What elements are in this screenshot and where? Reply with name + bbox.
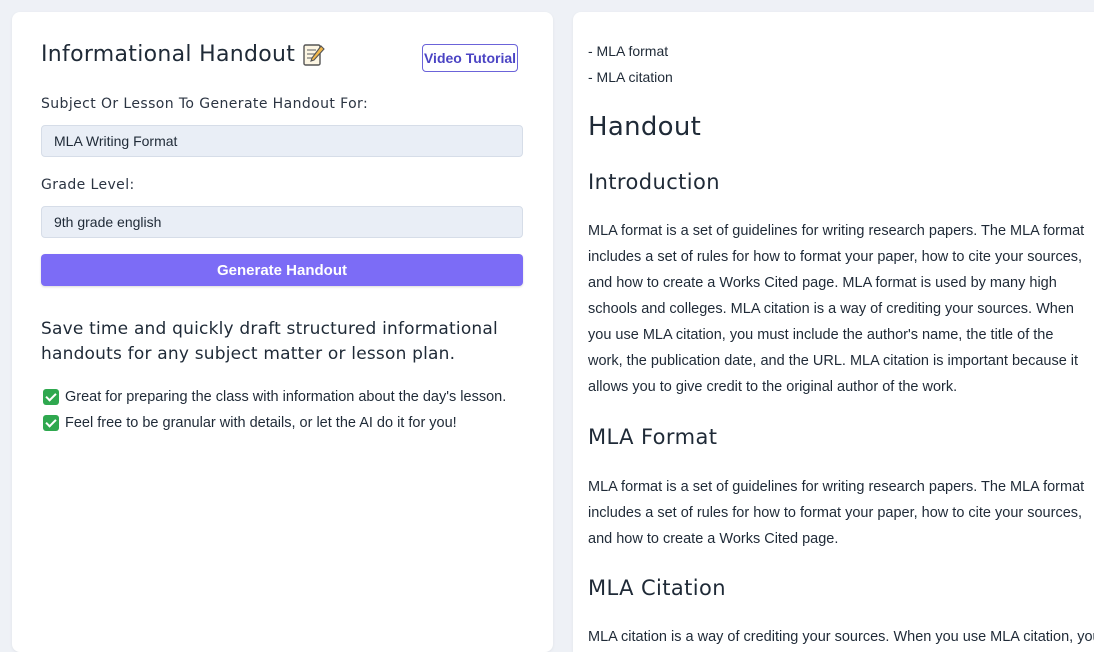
keyword-item: - MLA format xyxy=(588,43,669,59)
tool-description: Save time and quickly draft structured i… xyxy=(41,319,498,364)
section-heading-mla-format: MLA Format xyxy=(588,425,718,449)
feature-text: Great for preparing the class with infor… xyxy=(65,389,507,405)
handout-heading: Handout xyxy=(588,112,702,142)
generate-handout-button[interactable]: Generate Handout xyxy=(41,254,523,286)
section-heading-mla-citation: MLA Citation xyxy=(588,576,726,600)
section-body-introduction: MLA format is a set of guidelines for wr… xyxy=(588,223,1085,395)
section-heading-introduction: Introduction xyxy=(588,170,720,194)
feature-text: Feel free to be granular with details, o… xyxy=(65,415,457,431)
subject-input[interactable]: MLA Writing Format xyxy=(41,125,523,157)
form-title-text: Informational Handout xyxy=(41,42,296,67)
grade-input[interactable]: 9th grade english xyxy=(41,206,523,238)
check-mark-icon xyxy=(43,389,59,405)
video-tutorial-button[interactable]: Video Tutorial xyxy=(422,44,518,72)
memo-icon xyxy=(303,43,325,67)
feature-item: Feel free to be granular with details, o… xyxy=(43,415,457,431)
subject-label: Subject Or Lesson To Generate Handout Fo… xyxy=(41,96,369,112)
keyword-list: - MLA format - MLA citation xyxy=(588,38,673,90)
check-mark-icon xyxy=(43,415,59,431)
handout-form-panel: Informational Handout Video Tutorial Sub… xyxy=(12,12,553,652)
keyword-item: - MLA citation xyxy=(588,69,673,85)
form-title: Informational Handout xyxy=(41,42,325,67)
grade-label: Grade Level: xyxy=(41,177,135,193)
feature-item: Great for preparing the class with infor… xyxy=(43,389,506,405)
section-body-mla-citation: MLA citation is a way of crediting your … xyxy=(588,629,1094,645)
handout-output-panel: - MLA format - MLA citation Handout Intr… xyxy=(573,12,1094,652)
section-body-mla-format: MLA format is a set of guidelines for wr… xyxy=(588,479,1085,547)
